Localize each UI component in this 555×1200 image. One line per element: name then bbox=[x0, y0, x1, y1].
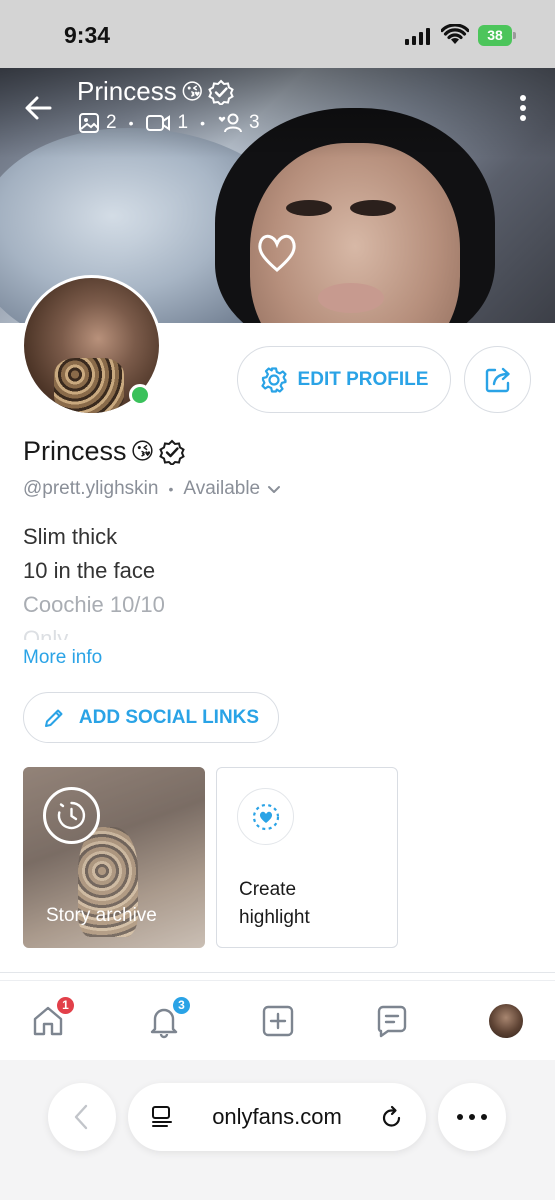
wifi-icon bbox=[441, 24, 469, 44]
availability-label: Available bbox=[183, 478, 261, 499]
edit-profile-label: EDIT PROFILE bbox=[297, 368, 429, 390]
browser-address-bar[interactable]: onlyfans.com bbox=[128, 1083, 426, 1151]
message-icon bbox=[377, 1005, 407, 1038]
gear-icon bbox=[260, 366, 287, 393]
nav-notifications[interactable]: 3 bbox=[144, 995, 192, 1041]
online-status-dot bbox=[129, 384, 151, 406]
battery-icon: 38 bbox=[478, 25, 516, 46]
reader-icon[interactable] bbox=[150, 1105, 174, 1129]
create-highlight-label: Create highlight bbox=[239, 879, 310, 928]
home-badge: 1 bbox=[55, 995, 76, 1016]
back-arrow-icon[interactable] bbox=[22, 92, 54, 124]
bio-line: 10 in the face bbox=[23, 558, 156, 583]
bio-line: Only bbox=[23, 626, 69, 640]
add-post-icon bbox=[262, 1005, 294, 1037]
verified-icon bbox=[158, 439, 185, 465]
pencil-icon bbox=[44, 709, 63, 727]
header-emoji: 😘 bbox=[180, 78, 204, 104]
status-time: 9:34 bbox=[64, 22, 111, 48]
header-stats: 2 • 1 • 3 bbox=[78, 112, 260, 134]
nav-messages[interactable] bbox=[372, 1001, 412, 1041]
verified-icon bbox=[207, 79, 234, 105]
profile-emoji: 😘 bbox=[130, 438, 155, 464]
story-archive-icon bbox=[43, 787, 100, 844]
story-archive-label: Story archive bbox=[46, 905, 157, 926]
nav-home[interactable]: 1 bbox=[28, 995, 76, 1041]
photo-count: 2 bbox=[106, 112, 117, 133]
nav-profile[interactable] bbox=[486, 1001, 526, 1041]
profile-handle: @prett.ylighskin bbox=[23, 478, 159, 499]
status-bar: 9:34 38 bbox=[0, 0, 555, 68]
divider bbox=[0, 972, 555, 973]
ellipsis-icon bbox=[457, 1114, 487, 1120]
story-archive-card[interactable]: Story archive bbox=[23, 767, 205, 948]
header-name-text: Princess bbox=[77, 76, 177, 106]
chevron-down-icon bbox=[268, 486, 281, 493]
more-info-link[interactable]: More info bbox=[23, 647, 102, 669]
heart-doodle-icon bbox=[258, 234, 296, 272]
profile-name: Princess 😘 bbox=[23, 436, 185, 467]
fans-icon bbox=[218, 113, 242, 133]
signal-icon bbox=[405, 28, 430, 45]
bio-line: Coochie 10/10 bbox=[23, 592, 165, 617]
reload-icon[interactable] bbox=[380, 1105, 404, 1129]
fans-count: 3 bbox=[248, 112, 260, 133]
photo-icon bbox=[79, 113, 99, 133]
browser-more-button[interactable] bbox=[438, 1083, 506, 1151]
profile-name-text: Princess bbox=[23, 436, 127, 466]
notifications-badge: 3 bbox=[171, 995, 192, 1016]
add-social-links-label: ADD SOCIAL LINKS bbox=[78, 706, 260, 728]
more-options-icon[interactable] bbox=[514, 94, 532, 122]
chevron-left-icon bbox=[74, 1104, 88, 1130]
video-icon bbox=[146, 115, 171, 131]
create-highlight-card[interactable]: Create highlight bbox=[216, 767, 398, 948]
nav-new-post[interactable] bbox=[258, 1001, 298, 1041]
video-count: 1 bbox=[177, 112, 189, 133]
add-social-links-button[interactable]: ADD SOCIAL LINKS bbox=[23, 692, 279, 743]
edit-profile-button[interactable]: EDIT PROFILE bbox=[237, 346, 451, 413]
bio-text: Slim thick 10 in the face Coochie 10/10 … bbox=[23, 520, 165, 640]
bio-line: Slim thick bbox=[23, 524, 118, 549]
header-name: Princess 😘 bbox=[77, 76, 234, 107]
browser-url: onlyfans.com bbox=[212, 1104, 342, 1129]
heart-circle-icon bbox=[237, 788, 294, 845]
availability-dropdown[interactable]: Available bbox=[183, 478, 282, 500]
handle-row: @prett.ylighskin • Available bbox=[23, 478, 282, 500]
share-icon bbox=[485, 367, 510, 392]
nav-avatar bbox=[489, 1004, 523, 1038]
browser-back-button[interactable] bbox=[48, 1083, 116, 1151]
share-profile-button[interactable] bbox=[464, 346, 531, 413]
bottom-nav: 1 3 bbox=[0, 980, 555, 1060]
